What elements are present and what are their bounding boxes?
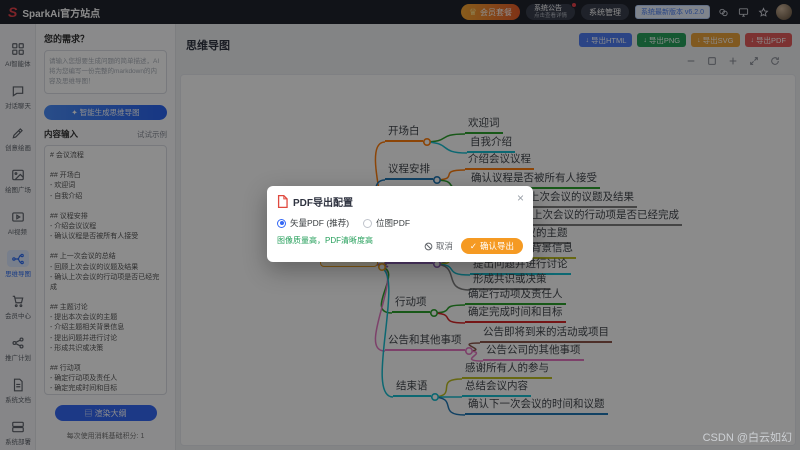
confirm-label: 确认导出 [480,240,514,252]
bitmap-pdf-option[interactable]: 位图PDF [363,217,410,229]
pdf-file-icon [277,195,288,208]
vector-pdf-label: 矢量PDF (推荐) [290,217,349,229]
radio-unselected-icon [363,219,372,228]
close-icon[interactable]: × [517,191,524,205]
watermark: CSDN @白云如幻 [703,429,792,445]
vector-pdf-option[interactable]: 矢量PDF (推荐) [277,217,349,229]
cancel-label: 取消 [436,240,453,252]
confirm-export-button[interactable]: ✓ 确认导出 [461,238,523,254]
radio-selected-icon [277,219,286,228]
cancel-button[interactable]: 取消 [424,240,453,252]
check-icon: ✓ [470,241,477,252]
pdf-export-modal: PDF导出配置 × 矢量PDF (推荐) 位图PDF 图像质量高，PDF清晰度高… [267,186,533,262]
modal-title: PDF导出配置 [293,194,353,209]
cancel-icon [424,242,433,251]
bitmap-pdf-label: 位图PDF [376,217,410,229]
